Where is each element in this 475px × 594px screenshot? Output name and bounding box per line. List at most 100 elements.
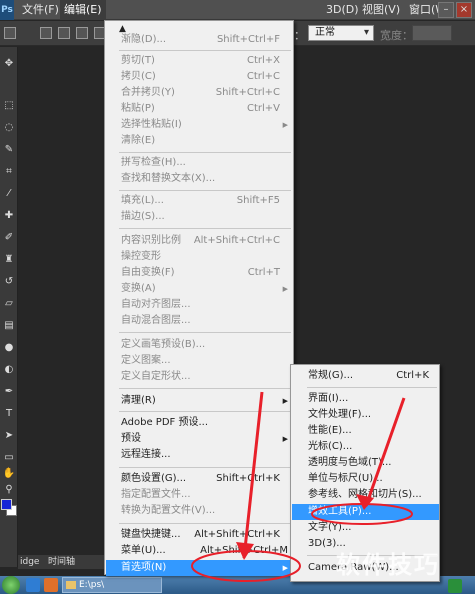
healing-brush-tool-icon[interactable]: ✚ bbox=[2, 209, 16, 223]
crop-tool-icon[interactable]: ⌗ bbox=[2, 165, 16, 179]
marquee-tool-icon[interactable]: ⬚ bbox=[2, 99, 16, 113]
shape-tool-icon[interactable]: ▭ bbox=[2, 451, 16, 465]
menu-file[interactable]: 文件(F) bbox=[18, 0, 63, 20]
tab-bridge[interactable]: idge bbox=[20, 555, 39, 569]
menu-item-copy[interactable]: 拷贝(C) Ctrl+C bbox=[106, 69, 292, 85]
menu-item-find-replace[interactable]: 查找和替换文本(X)... bbox=[106, 171, 292, 187]
brush-tool-icon[interactable]: ✐ bbox=[2, 231, 16, 245]
tool-preset-icon[interactable] bbox=[4, 27, 16, 39]
pen-tool-icon[interactable]: ✒ bbox=[2, 385, 16, 399]
submenu-arrow-icon: ▶ bbox=[282, 435, 288, 443]
menu-bar: Ps 文件(F) 编辑(E) 3D(D) 视图(V) 窗口(W) – × bbox=[0, 0, 475, 20]
menu-view[interactable]: 视图(V) bbox=[358, 0, 404, 20]
menu-item-auto-align-layers[interactable]: 自动对齐图层... bbox=[106, 297, 292, 313]
menu-item-fade[interactable]: 渐隐(D)... Shift+Ctrl+F bbox=[106, 32, 292, 48]
menu-item-paste-special[interactable]: 选择性粘贴(I) ▶ bbox=[106, 117, 292, 133]
start-button-icon[interactable] bbox=[2, 576, 20, 594]
menu-edit[interactable]: 编辑(E) bbox=[60, 0, 106, 20]
menu-item-transform[interactable]: 变换(A) ▶ bbox=[106, 281, 292, 297]
pref-item-guides-grid[interactable]: 参考线、网格和切片(S)... bbox=[292, 487, 439, 503]
pref-item-general[interactable]: 常规(G)... Ctrl+K bbox=[292, 368, 439, 384]
media-player-icon[interactable] bbox=[44, 578, 58, 592]
explorer-task-button[interactable]: E:\ps\ bbox=[62, 577, 162, 593]
menu-item-content-aware-scale[interactable]: 内容识别比例 Alt+Shift+Ctrl+C bbox=[106, 233, 292, 249]
menu-item-copy-merged[interactable]: 合并拷贝(Y) Shift+Ctrl+C bbox=[106, 85, 292, 101]
hand-tool-icon[interactable]: ✋ bbox=[2, 467, 16, 481]
menu-item-keyboard-shortcuts[interactable]: 键盘快捷键... Alt+Shift+Ctrl+K bbox=[106, 527, 292, 543]
eyedropper-tool-icon[interactable]: ⁄ bbox=[2, 187, 16, 201]
menu-item-define-brush[interactable]: 定义画笔预设(B)... bbox=[106, 337, 292, 353]
menu-item-paste[interactable]: 粘贴(P) Ctrl+V bbox=[106, 101, 292, 117]
gradient-tool-icon[interactable]: ▤ bbox=[2, 319, 16, 333]
menu-item-assign-profile[interactable]: 指定配置文件... bbox=[106, 487, 292, 503]
foreground-color-swatch[interactable] bbox=[1, 499, 12, 510]
dodge-tool-icon[interactable]: ◐ bbox=[2, 363, 16, 377]
pref-item-cursors[interactable]: 光标(C)... bbox=[292, 439, 439, 455]
quick-select-tool-icon[interactable]: ✎ bbox=[2, 143, 16, 157]
pref-item-type[interactable]: 文字(Y)... bbox=[292, 520, 439, 536]
new-selection-icon[interactable] bbox=[40, 27, 52, 39]
menu-separator bbox=[119, 332, 291, 333]
menu-separator bbox=[119, 467, 291, 468]
menu-item-clear[interactable]: 清除(E) bbox=[106, 133, 292, 149]
menu-item-presets[interactable]: 预设 ▶ bbox=[106, 431, 292, 447]
bottom-panel-tabs: idge 时间轴 bbox=[18, 555, 108, 569]
style-select[interactable]: 正常 bbox=[308, 25, 374, 41]
lasso-tool-icon[interactable]: ◌ bbox=[2, 121, 16, 135]
minimize-button[interactable]: – bbox=[438, 2, 454, 18]
add-selection-icon[interactable] bbox=[58, 27, 70, 39]
clone-stamp-tool-icon[interactable]: ♜ bbox=[2, 253, 16, 267]
watermark-text: 软件技巧 bbox=[336, 551, 440, 579]
menu-separator bbox=[119, 411, 291, 412]
menu-item-spell-check[interactable]: 拼写检查(H)... bbox=[106, 155, 292, 171]
menu-item-define-pattern[interactable]: 定义图案... bbox=[106, 353, 292, 369]
pref-item-performance[interactable]: 性能(E)... bbox=[292, 423, 439, 439]
pref-item-transparency[interactable]: 透明度与色域(T)... bbox=[292, 455, 439, 471]
type-tool-icon[interactable]: T bbox=[2, 407, 16, 421]
pref-item-interface[interactable]: 界面(I)... bbox=[292, 391, 439, 407]
menu-item-color-settings[interactable]: 颜色设置(G)... Shift+Ctrl+K bbox=[106, 471, 292, 487]
blur-tool-icon[interactable]: ● bbox=[2, 341, 16, 355]
menu-item-define-shape[interactable]: 定义自定形状... bbox=[106, 369, 292, 385]
menu-item-purge[interactable]: 清理(R) ▶ bbox=[106, 393, 292, 409]
menu-separator bbox=[307, 387, 437, 388]
menu-separator bbox=[119, 228, 291, 229]
menu-item-auto-blend-layers[interactable]: 自动混合图层... bbox=[106, 313, 292, 329]
submenu-arrow-icon: ▶ bbox=[282, 397, 288, 405]
menu-3d[interactable]: 3D(D) bbox=[322, 0, 363, 20]
menu-item-preferences[interactable]: 首选项(N) ▶ bbox=[106, 560, 292, 576]
menu-item-fill[interactable]: 填充(L)... Shift+F5 bbox=[106, 193, 292, 209]
taskbar-app-icon[interactable] bbox=[448, 579, 462, 593]
close-button[interactable]: × bbox=[456, 2, 472, 18]
photoshop-logo: Ps bbox=[0, 0, 14, 20]
menu-separator bbox=[119, 50, 291, 51]
menu-item-free-transform[interactable]: 自由变换(F) Ctrl+T bbox=[106, 265, 292, 281]
zoom-tool-icon[interactable]: ⚲ bbox=[2, 483, 16, 497]
submenu-arrow-icon: ▶ bbox=[282, 564, 288, 572]
tab-timeline[interactable]: 时间轴 bbox=[48, 555, 75, 569]
menu-item-adobe-pdf-presets[interactable]: Adobe PDF 预设... bbox=[106, 415, 292, 431]
menu-separator bbox=[119, 190, 291, 191]
history-brush-tool-icon[interactable]: ↺ bbox=[2, 275, 16, 289]
pref-item-plugins[interactable]: 增效工具(P)... bbox=[292, 504, 439, 520]
path-select-tool-icon[interactable]: ➤ bbox=[2, 429, 16, 443]
submenu-arrow-icon: ▶ bbox=[282, 285, 288, 293]
ie-icon[interactable] bbox=[26, 578, 40, 592]
submenu-arrow-icon: ▶ bbox=[282, 121, 288, 129]
menu-item-stroke[interactable]: 描边(S)... bbox=[106, 209, 292, 225]
menu-item-puppet-warp[interactable]: 操控变形 bbox=[106, 249, 292, 265]
menu-item-remote-connections[interactable]: 远程连接... bbox=[106, 447, 292, 463]
pref-item-units-rulers[interactable]: 单位与标尺(U)... bbox=[292, 471, 439, 487]
menu-item-convert-profile[interactable]: 转换为配置文件(V)... bbox=[106, 503, 292, 519]
menu-separator bbox=[119, 523, 291, 524]
width-input[interactable] bbox=[412, 25, 452, 41]
move-tool-icon[interactable]: ✥ bbox=[2, 57, 16, 71]
menu-item-cut[interactable]: 剪切(T) Ctrl+X bbox=[106, 53, 292, 69]
menu-item-menus[interactable]: 菜单(U)... Alt+Shift+Ctrl+M bbox=[106, 543, 292, 559]
menu-separator bbox=[119, 152, 291, 153]
pref-item-file-handling[interactable]: 文件处理(F)... bbox=[292, 407, 439, 423]
edit-menu: ▲ 渐隐(D)... Shift+Ctrl+F 剪切(T) Ctrl+X 拷贝(C)… bbox=[104, 20, 294, 576]
tools-panel: ✥ ⬚ ◌ ✎ ⌗ ⁄ ✚ ✐ ♜ ↺ ▱ ▤ ● ◐ ✒ T ➤ ▭ ✋ ⚲ bbox=[0, 47, 18, 567]
eraser-tool-icon[interactable]: ▱ bbox=[2, 297, 16, 311]
subtract-selection-icon[interactable] bbox=[76, 27, 88, 39]
